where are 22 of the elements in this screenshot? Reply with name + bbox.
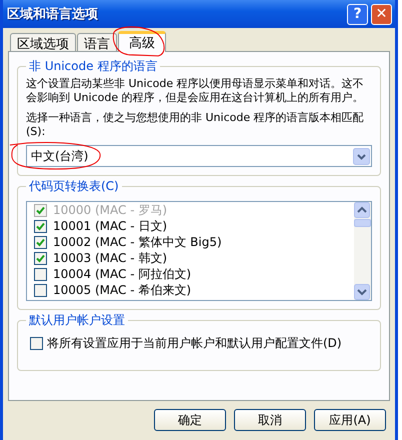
prompt-label: 选择一种语言，使之与您想使用的非 Unicode 程序的语言版本相匹配(S):	[26, 111, 365, 139]
dialog-button[interactable]: 取消	[234, 409, 306, 431]
list-item-label: 10000 (MAC - 罗马)	[53, 202, 168, 218]
list-item-label: 10003 (MAC - 韩文)	[53, 250, 168, 266]
tab[interactable]: 高级	[118, 31, 166, 52]
dialog-button[interactable]: 应用(A)	[314, 409, 386, 431]
list-item-label: 10005 (MAC - 希伯来文)	[53, 282, 192, 298]
group-title: 非 Unicode 程序的语言	[28, 58, 158, 75]
window-title: 区域和语言选项	[7, 6, 99, 23]
group-title: 代码页转换表(C)	[28, 178, 120, 195]
close-button[interactable]: ✕	[371, 4, 392, 24]
tab[interactable]: 区域选项	[10, 33, 76, 51]
list-item-label: 10002 (MAC - 繁体中文 Big5)	[53, 234, 222, 250]
tab[interactable]: 语言	[77, 33, 117, 51]
checkbox-label: 将所有设置应用于当前用户帐户和默认用户配置文件(D)	[47, 335, 342, 352]
language-dropdown[interactable]: 中文(台湾)	[26, 145, 372, 167]
list-item-label: 10001 (MAC - 日文)	[53, 218, 168, 234]
help-button[interactable]: ?	[347, 4, 368, 24]
list-item-label: 10004 (MAC - 阿拉伯文)	[53, 266, 192, 282]
description-text: 这个设置启动某些非 Unicode 程序以便用母语显示菜单和对话。这不会影响到 Unicode 的程序，但是会应用在这台计算机上的所有用户。	[26, 77, 365, 105]
dialog-button[interactable]: 确定	[154, 409, 226, 431]
group-title: 默认用户帐户设置	[28, 312, 126, 329]
